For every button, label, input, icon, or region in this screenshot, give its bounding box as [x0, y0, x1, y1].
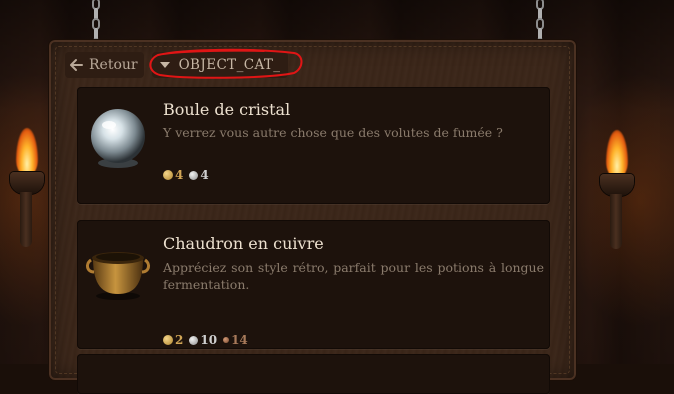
- copper-coin-icon: [223, 337, 230, 343]
- hanging-chain-left: [91, 0, 101, 50]
- item-description: Y verrez vous autre chose que des volute…: [163, 125, 503, 140]
- shop-item-card[interactable]: Boule de cristal Y verrez vous autre cho…: [77, 87, 550, 204]
- item-price: 2 10 14: [163, 333, 248, 347]
- back-button-label: Retour: [89, 57, 138, 73]
- hanging-chain-right: [535, 0, 545, 50]
- shop-item-card[interactable]: Chaudron en cuivre Appréciez son style r…: [77, 220, 550, 349]
- category-dropdown-label: OBJECT_CAT_: [178, 57, 281, 73]
- gold-amount: 2: [175, 333, 184, 347]
- shop-header: Retour OBJECT_CAT_: [65, 48, 303, 79]
- item-price: 4 4: [163, 168, 215, 182]
- silver-coin-icon: [189, 335, 199, 345]
- copper-cauldron-icon: [85, 252, 151, 300]
- back-button[interactable]: Retour: [65, 52, 144, 78]
- category-dropdown[interactable]: OBJECT_CAT_: [148, 48, 303, 79]
- gold-amount: 4: [175, 168, 184, 182]
- back-arrow-icon: [70, 59, 83, 71]
- crystal-ball-icon: [91, 109, 145, 168]
- silver-coin-icon: [189, 170, 199, 180]
- silver-amount: 4: [200, 168, 209, 182]
- shop-item-card[interactable]: [77, 354, 550, 394]
- item-name: Chaudron en cuivre: [163, 234, 324, 253]
- dropdown-caret-icon: [159, 62, 170, 68]
- item-name: Boule de cristal: [163, 100, 291, 119]
- copper-amount: 14: [231, 333, 248, 347]
- gold-coin-icon: [163, 170, 173, 180]
- item-description: Appréciez son style rétro, parfait pour …: [163, 260, 544, 292]
- gold-coin-icon: [163, 335, 173, 345]
- shop-board: Retour OBJECT_CAT_ Boule de cristal Y ve…: [49, 40, 576, 394]
- silver-amount: 10: [200, 333, 218, 347]
